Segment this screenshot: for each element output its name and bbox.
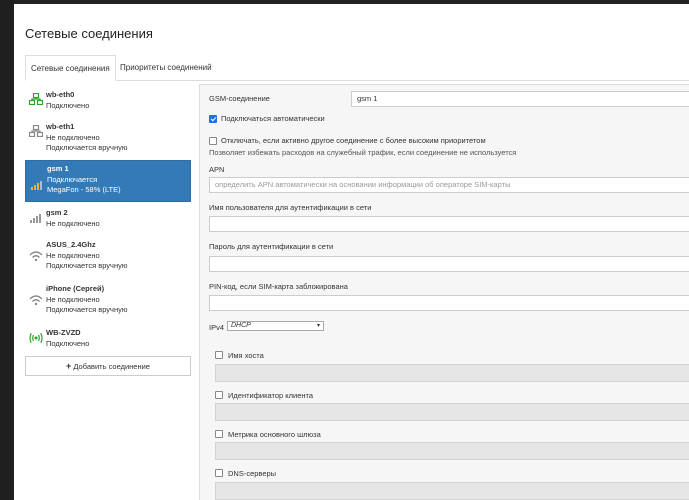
connection-item-iphone[interactable]: iPhone (Сергей) Не подключено Подключает… — [25, 282, 191, 318]
connection-name: gsm 2 — [46, 208, 68, 217]
disable-if-higher-priority-label: Отключать, если активно другое соединени… — [221, 136, 486, 145]
username-input[interactable] — [209, 216, 689, 232]
cellular-signal-icon — [31, 181, 42, 190]
connection-name: iPhone (Сергей) — [46, 284, 105, 293]
autoconnect-checkbox[interactable] — [209, 115, 217, 123]
connection-mode: Подключается вручную — [46, 143, 128, 152]
connection-item-wb-eth0[interactable]: wb-eth0 Подключено — [25, 88, 191, 114]
username-label: Имя пользователя для аутентификации в се… — [209, 203, 372, 212]
connection-status: Подключается — [47, 174, 98, 184]
page-title: Сетевые соединения — [25, 26, 153, 41]
gateway-metric-label: Метрика основного шлюза — [228, 430, 321, 439]
connection-mode: Подключается вручную — [46, 261, 128, 270]
connection-operator: MegaFon - 58% (LTE) — [47, 185, 121, 194]
gsm-connection-field[interactable]: gsm 1 — [351, 91, 689, 107]
chevron-down-icon: ▾ — [316, 323, 320, 329]
ipv4-label: IPv4 — [209, 323, 225, 332]
connection-status: Не подключено — [46, 218, 100, 228]
add-connection-label: Добавить соединение — [73, 362, 150, 371]
client-id-field — [215, 403, 689, 421]
connection-settings-panel: GSM-соединение gsm 1 Подключаться автома… — [199, 84, 689, 500]
tab-connections[interactable]: Сетевые соединения — [25, 55, 116, 81]
pin-input[interactable] — [209, 295, 689, 311]
connection-name: ASUS_2.4Ghz — [46, 240, 96, 249]
wifi-icon — [29, 295, 43, 306]
connection-status: Не подключено — [46, 132, 100, 142]
ethernet-connected-icon — [29, 93, 43, 105]
connection-name: wb-eth0 — [46, 90, 75, 99]
gsm-connection-label: GSM-соединение — [209, 94, 270, 103]
connection-status: Не подключено — [46, 294, 100, 304]
connection-name: wb-eth1 — [46, 122, 75, 131]
apn-label: APN — [209, 165, 225, 174]
autoconnect-label: Подключаться автоматически — [221, 114, 325, 123]
connection-item-wb-zvzd[interactable]: WB-ZVZD Подключено — [25, 326, 191, 352]
dns-servers-label: DNS-серверы — [228, 469, 277, 478]
hostname-label: Имя хоста — [228, 351, 264, 360]
connection-item-wb-eth1[interactable]: wb-eth1 Не подключено Подключается вручн… — [25, 120, 191, 156]
pin-label: PIN-код, если SIM-карта заблокирована — [209, 282, 348, 291]
dns-servers-field — [215, 482, 689, 500]
ethernet-disconnected-icon — [29, 125, 43, 137]
gateway-metric-checkbox[interactable] — [215, 430, 223, 438]
connection-mode: Подключается вручную — [46, 305, 128, 314]
connection-name: WB-ZVZD — [46, 328, 81, 337]
left-dark-bar — [0, 0, 14, 500]
connection-item-gsm1[interactable]: gsm 1 Подключается MegaFon - 58% (LTE) — [25, 160, 191, 202]
top-dark-strip — [0, 0, 689, 4]
plus-icon: + — [66, 361, 72, 371]
ipv4-method-value: DHCP — [231, 322, 251, 329]
connection-name: gsm 1 — [47, 164, 69, 173]
connection-item-gsm2[interactable]: gsm 2 Не подключено — [25, 206, 191, 232]
hostname-field — [215, 364, 689, 382]
wifi-icon — [29, 251, 43, 262]
tabs-bar: Сетевые соединения Приоритеты соединений — [25, 55, 689, 81]
disable-help-text: Позволяет избежать расходов на служебный… — [209, 148, 517, 157]
password-label: Пароль для аутентификации в сети — [209, 242, 334, 251]
connection-status: Подключено — [46, 338, 90, 348]
client-id-label: Идентификатор клиента — [228, 391, 314, 400]
client-id-checkbox[interactable] — [215, 391, 223, 399]
password-input[interactable] — [209, 256, 689, 272]
connection-item-asus[interactable]: ASUS_2.4Ghz Не подключено Подключается в… — [25, 238, 191, 274]
ipv4-method-select[interactable]: DHCP ▾ — [227, 321, 324, 331]
access-point-icon — [29, 332, 43, 344]
gateway-metric-field — [215, 442, 689, 460]
tab-priorities[interactable]: Приоритеты соединений — [115, 55, 217, 81]
cellular-signal-icon — [30, 214, 41, 223]
apn-input[interactable]: определить APN автоматически на основани… — [209, 177, 689, 193]
connection-status: Не подключено — [46, 250, 100, 260]
add-connection-button[interactable]: + Добавить соединение — [25, 356, 191, 376]
hostname-checkbox[interactable] — [215, 351, 223, 359]
disable-if-higher-priority-checkbox[interactable] — [209, 137, 217, 145]
connection-status: Подключено — [46, 100, 90, 110]
dns-servers-checkbox[interactable] — [215, 469, 223, 477]
